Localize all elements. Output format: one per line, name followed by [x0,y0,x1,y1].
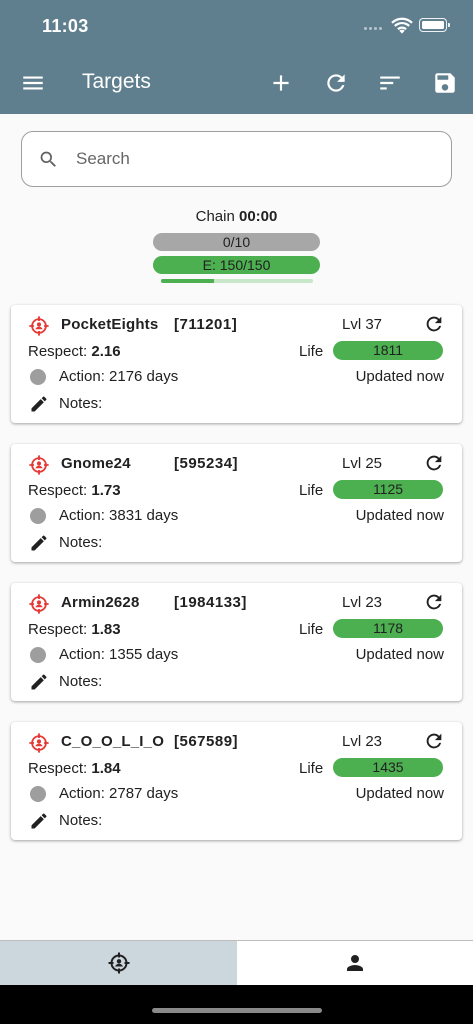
respect-value: 1.83 [91,621,121,638]
life-label: Life [299,760,324,777]
action-text: Action: 2176 days [59,368,179,385]
life-label: Life [299,621,324,638]
life-bar: 1125 [333,480,443,499]
updated-text: Updated now [355,646,444,663]
tab-profile[interactable] [237,941,473,985]
chain-timer: 00:00 [239,208,278,225]
notes-label: Notes: [59,673,103,690]
refresh-all-button[interactable] [318,65,354,101]
bottom-nav [0,940,473,985]
respect-text: Respect: 1.73 [28,482,121,499]
updated-text: Updated now [355,507,444,524]
target-name: PocketEights [61,316,159,333]
respect-value: 1.84 [91,760,121,777]
respect-label: Respect: [28,621,88,638]
target-id: [1984133] [174,594,247,611]
refresh-icon[interactable] [423,730,445,752]
signal-dots-icon [364,27,382,30]
target-status-icon [29,733,49,753]
action-text: Action: 3831 days [59,507,179,524]
status-bar: 11:03 [0,0,473,52]
target-level: Lvl 37 [342,316,383,333]
target-status-icon [29,316,49,336]
target-id: [567589] [174,733,239,750]
person-icon [347,955,363,971]
add-icon [273,75,289,91]
life-label: Life [299,343,324,360]
respect-label: Respect: [28,343,88,360]
refresh-icon [327,74,345,92]
life-label: Life [299,482,324,499]
refresh-icon[interactable] [423,452,445,474]
chain-progress-fill [161,279,215,283]
target-level: Lvl 25 [342,455,383,472]
target-level: Lvl 23 [342,594,383,611]
search-input[interactable] [76,144,436,174]
target-card[interactable]: Armin2628 [1984133] Lvl 23 Respect: 1.83… [11,583,462,701]
save-icon [435,73,455,93]
status-dot-icon [30,786,46,802]
notes-label: Notes: [59,395,103,412]
target-status-icon [29,594,49,614]
respect-label: Respect: [28,760,88,777]
respect-value: 1.73 [91,482,121,499]
search-icon [40,151,56,167]
page-title: Targets [82,70,151,93]
chain-status: Chain 00:00 [0,208,473,225]
target-id: [711201] [174,316,238,333]
battery-icon [419,18,450,32]
menu-icon [23,76,43,90]
wifi-icon [391,17,413,34]
action-text: Action: 1355 days [59,646,179,663]
menu-button[interactable] [15,65,51,101]
pencil-icon[interactable] [29,394,49,414]
pencil-icon[interactable] [29,811,49,831]
respect-text: Respect: 2.16 [28,343,121,360]
chain-progress [161,279,313,283]
notes-label: Notes: [59,812,103,829]
target-id: [595234] [174,455,239,472]
updated-text: Updated now [355,785,444,802]
search-box [21,131,452,187]
status-time: 11:03 [42,16,89,36]
refresh-icon[interactable] [423,313,445,335]
status-dot-icon [30,369,46,385]
sort-button[interactable] [372,65,408,101]
action-text: Action: 2787 days [59,785,179,802]
respect-text: Respect: 1.84 [28,760,121,777]
target-name: C_O_O_L_I_O [61,733,165,750]
save-button[interactable] [427,65,463,101]
target-status-icon [29,455,49,475]
app-bar: 11:03 Targets [0,0,473,114]
crosshair-icon [108,952,129,974]
add-button[interactable] [263,65,299,101]
target-card[interactable]: Gnome24 [595234] Lvl 25 Respect: 1.73 Li… [11,444,462,562]
target-card[interactable]: C_O_O_L_I_O [567589] Lvl 23 Respect: 1.8… [11,722,462,840]
sort-icon [380,76,400,90]
tab-targets[interactable] [0,941,237,985]
life-bar: 1811 [333,341,443,360]
life-bar: 1178 [333,619,443,638]
target-name: Armin2628 [61,594,140,611]
chain-label: Chain [195,208,235,225]
target-card[interactable]: PocketEights [711201] Lvl 37 Respect: 2.… [11,305,462,423]
home-indicator [152,1008,322,1013]
notes-label: Notes: [59,534,103,551]
status-dot-icon [30,508,46,524]
status-dot-icon [30,647,46,663]
target-level: Lvl 23 [342,733,383,750]
target-name: Gnome24 [61,455,131,472]
respect-value: 2.16 [91,343,121,360]
respect-text: Respect: 1.83 [28,621,121,638]
pencil-icon[interactable] [29,533,49,553]
refresh-icon[interactable] [423,591,445,613]
home-indicator-area [0,985,473,1024]
chain-count-bar: 0/10 [153,233,320,251]
updated-text: Updated now [355,368,444,385]
pencil-icon[interactable] [29,672,49,692]
energy-bar: E: 150/150 [153,256,320,274]
toolbar: Targets [0,52,473,114]
respect-label: Respect: [28,482,88,499]
life-bar: 1435 [333,758,443,777]
